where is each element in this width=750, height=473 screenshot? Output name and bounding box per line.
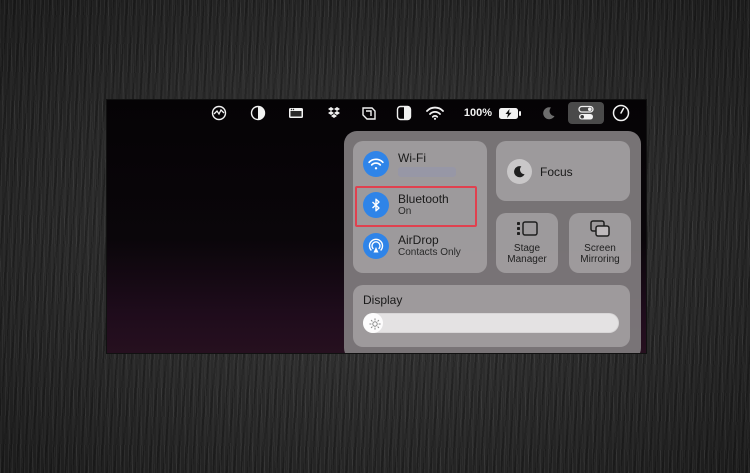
wifi-toggle-icon[interactable] bbox=[363, 151, 389, 177]
screen-mirroring-label: Screen Mirroring bbox=[569, 243, 631, 265]
airdrop-title: AirDrop bbox=[398, 232, 439, 247]
display-tile: Display bbox=[353, 285, 630, 347]
stage-manager-label-line1: Stage bbox=[513, 243, 541, 254]
window-icon[interactable] bbox=[287, 104, 305, 122]
brightness-slider[interactable] bbox=[363, 313, 619, 333]
screen-mirroring-icon bbox=[569, 220, 631, 237]
dropbox-icon[interactable] bbox=[325, 104, 343, 122]
desktop-screen: 100% Wi-Fi Bluetooth On AirDrop Contacts… bbox=[106, 99, 647, 354]
screen-mirroring-label-line2: Mirroring bbox=[580, 254, 620, 265]
airdrop-status: Contacts Only bbox=[398, 246, 461, 258]
bluetooth-highlight-box bbox=[355, 186, 477, 227]
stage-manager-icon bbox=[496, 220, 558, 237]
moon-icon[interactable] bbox=[541, 104, 557, 122]
menu-bar: 100% bbox=[107, 100, 646, 127]
airdrop-row[interactable]: AirDrop Contacts Only bbox=[363, 231, 461, 261]
contrast-icon[interactable] bbox=[249, 104, 267, 122]
stage-manager-label: Stage Manager bbox=[496, 243, 558, 265]
battery-percentage[interactable]: 100% bbox=[462, 104, 494, 122]
screen-mirroring-tile[interactable]: Screen Mirroring bbox=[569, 213, 631, 273]
focus-tile[interactable]: Focus bbox=[496, 141, 630, 201]
stage-manager-tile[interactable]: Stage Manager bbox=[496, 213, 558, 273]
screen-mirroring-label-line1: Screen bbox=[584, 243, 616, 254]
clock-icon[interactable] bbox=[611, 104, 631, 122]
wifi-icon[interactable] bbox=[425, 104, 445, 122]
wifi-title: Wi-Fi bbox=[398, 150, 426, 165]
display-label: Display bbox=[363, 293, 403, 307]
display-mode-icon[interactable] bbox=[395, 104, 413, 122]
moon-icon bbox=[507, 159, 532, 184]
wifi-network-name-redacted bbox=[398, 166, 456, 177]
battery-charging-icon[interactable] bbox=[497, 104, 523, 122]
stage-manager-label-line2: Manager bbox=[507, 254, 547, 265]
night-shift-icon[interactable] bbox=[360, 104, 378, 122]
battery-percent-text: 100% bbox=[463, 107, 493, 119]
control-center-panel: Wi-Fi Bluetooth On AirDrop Contacts Only… bbox=[344, 131, 641, 353]
wifi-row[interactable]: Wi-Fi bbox=[363, 149, 456, 179]
activity-monitor-icon[interactable] bbox=[210, 104, 228, 122]
control-center-icon[interactable] bbox=[568, 102, 604, 124]
airdrop-toggle-icon[interactable] bbox=[363, 233, 389, 259]
sun-icon bbox=[369, 317, 381, 335]
focus-label: Focus bbox=[540, 165, 573, 179]
